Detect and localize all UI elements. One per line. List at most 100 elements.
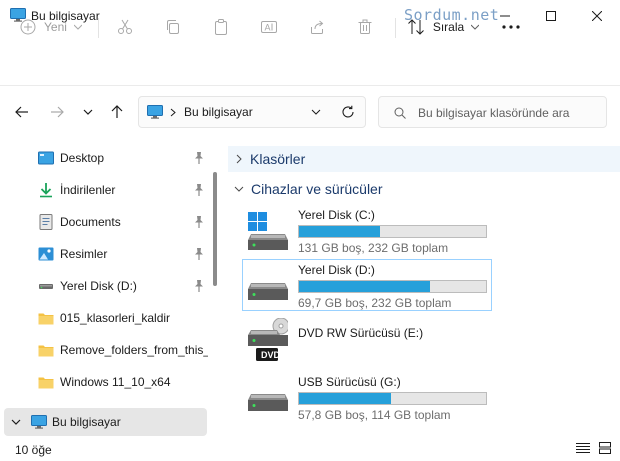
new-button[interactable]: Yeni [14, 12, 88, 42]
pin-icon[interactable] [193, 279, 205, 293]
sidebar-item-label: Resimler [60, 247, 108, 261]
recent-locations-button[interactable] [75, 99, 101, 125]
sidebar-item-label: Remove_folders_from_this_p [60, 343, 208, 357]
close-icon [592, 11, 602, 21]
sidebar-item-label: Yerel Disk (D:) [60, 279, 137, 293]
more-options-button[interactable] [496, 12, 526, 42]
rename-button[interactable]: A [254, 12, 284, 42]
chevron-right-icon [170, 108, 176, 117]
sort-button[interactable]: Sırala [404, 12, 482, 42]
plus-circle-icon [20, 19, 36, 35]
sidebar-scrollbar[interactable] [213, 172, 217, 286]
pin-icon[interactable] [193, 151, 205, 165]
sidebar-item-label: Bu bilgisayar [52, 415, 121, 429]
desktop-icon [38, 151, 54, 165]
devices-group-header[interactable]: Cihazlar ve sürücüler [228, 176, 620, 202]
copy-icon [167, 20, 179, 34]
pictures-icon [38, 247, 54, 261]
chevron-down-icon[interactable] [311, 109, 321, 115]
address-bar[interactable]: Bu bilgisayar [138, 96, 366, 128]
chevron-down-icon[interactable] [11, 419, 21, 425]
sidebar-item-documents[interactable]: Documents [0, 206, 210, 238]
this-pc-icon [147, 105, 163, 119]
arrow-up-icon [111, 105, 123, 118]
details-view-icon[interactable] [576, 442, 590, 454]
refresh-icon[interactable] [341, 105, 355, 119]
search-box[interactable]: Bu bilgisayar klasöründe ara [378, 96, 607, 128]
toolbar-divider [98, 18, 99, 38]
sidebar-item-folder[interactable]: Remove_folders_from_this_p [0, 334, 210, 366]
arrow-right-icon [51, 106, 64, 118]
documents-icon [39, 214, 53, 230]
chevron-down-icon [73, 24, 82, 30]
forward-button[interactable] [44, 99, 70, 125]
paste-button[interactable] [206, 12, 236, 42]
new-label: Yeni [44, 20, 67, 34]
arrow-left-icon [15, 106, 28, 118]
drive-item-d[interactable]: Yerel Disk (D:) 69,7 GB boş, 232 GB topl… [242, 259, 492, 311]
chevron-down-icon [234, 186, 244, 192]
ellipsis-icon [502, 25, 520, 29]
drive-name: Yerel Disk (C:) [298, 208, 375, 222]
drive-item-g[interactable]: USB Sürücüsü (G:) 57,8 GB boş, 114 GB to… [242, 371, 492, 423]
share-button[interactable] [302, 12, 332, 42]
drive-usage-fill [299, 226, 381, 237]
drive-space-info: 69,7 GB boş, 232 GB toplam [298, 296, 452, 310]
chevron-right-icon [236, 154, 242, 164]
drive-usage-bar [298, 280, 487, 293]
trash-icon [358, 19, 372, 34]
sidebar-item-local-disk-d[interactable]: Yerel Disk (D:) [0, 270, 210, 302]
close-button[interactable] [574, 0, 620, 32]
share-icon [311, 20, 324, 34]
sidebar-item-folder[interactable]: 015_klasorleri_kaldir [0, 302, 210, 334]
chevron-down-icon [83, 109, 93, 115]
copy-button[interactable] [158, 12, 188, 42]
windows-drive-icon [248, 212, 288, 250]
sidebar-item-label: Desktop [60, 151, 105, 165]
maximize-button[interactable] [528, 0, 574, 32]
sidebar-item-label: 015_klasorleri_kaldir [60, 311, 171, 325]
folder-icon [38, 345, 54, 357]
sort-icon [407, 19, 424, 35]
cut-button[interactable] [110, 12, 140, 42]
drive-name: Yerel Disk (D:) [298, 263, 375, 277]
toolbar-divider [395, 18, 396, 38]
tiles-view-icon[interactable] [599, 442, 611, 454]
folders-group-header[interactable]: Klasörler [228, 146, 620, 172]
sidebar-item-folder[interactable]: Windows 11_10_x64 [0, 366, 210, 398]
folders-group-label: Klasörler [250, 151, 306, 167]
folder-icon [38, 377, 54, 389]
drive-usage-fill [299, 281, 430, 292]
drive-icon [39, 284, 53, 289]
sidebar-item-this-pc[interactable]: Bu bilgisayar [4, 408, 207, 436]
address-location[interactable]: Bu bilgisayar [184, 105, 253, 119]
maximize-icon [546, 11, 556, 21]
search-placeholder[interactable]: Bu bilgisayar klasöründe ara [418, 106, 569, 120]
clipboard-icon [215, 19, 227, 35]
back-button[interactable] [9, 99, 35, 125]
delete-button[interactable] [350, 12, 380, 42]
drive-name: DVD RW Sürücüsü (E:) [298, 326, 424, 340]
drive-usage-bar [298, 392, 487, 405]
drive-item-c[interactable]: Yerel Disk (C:) 131 GB boş, 232 GB topla… [242, 204, 492, 256]
drive-item-e[interactable]: DVD DVD RW Sürücüsü (E:) [242, 318, 492, 370]
drive-space-info: 131 GB boş, 232 GB toplam [298, 241, 449, 255]
dvd-label: DVD [261, 350, 281, 360]
pin-icon[interactable] [193, 247, 205, 261]
sidebar-item-label: Windows 11_10_x64 [60, 375, 171, 389]
sidebar-item-pictures[interactable]: Resimler [0, 238, 210, 270]
up-button[interactable] [104, 99, 130, 125]
drive-space-info: 57,8 GB boş, 114 GB toplam [298, 408, 451, 422]
scissors-icon [118, 19, 132, 34]
item-count: 10 öğe [15, 443, 52, 457]
pin-icon[interactable] [193, 215, 205, 229]
pin-icon[interactable] [193, 183, 205, 197]
sidebar-item-label: İndirilenler [60, 183, 116, 197]
sort-label: Sırala [432, 20, 465, 34]
sidebar-item-desktop[interactable]: Desktop [0, 142, 210, 174]
drive-name: USB Sürücüsü (G:) [298, 375, 401, 389]
devices-group-label: Cihazlar ve sürücüler [251, 181, 383, 197]
sidebar-item-downloads[interactable]: İndirilenler [0, 174, 210, 206]
usb-drive-icon [248, 394, 288, 411]
search-icon [394, 107, 406, 119]
